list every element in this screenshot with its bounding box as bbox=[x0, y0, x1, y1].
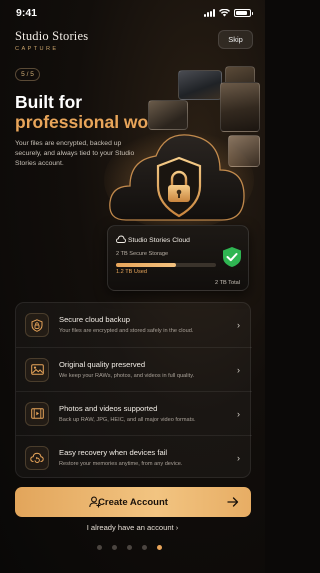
brand-subtitle: CAPTURE bbox=[15, 46, 59, 52]
feature-item-secure-backup[interactable]: Secure cloud backup Your files are encry… bbox=[16, 303, 252, 347]
status-time: 9:41 bbox=[16, 7, 38, 19]
signal-icon bbox=[204, 9, 215, 17]
feature-subtitle: Back up RAW, JPG, HEIC, and all major vi… bbox=[59, 416, 196, 423]
battery-icon bbox=[234, 9, 253, 17]
feature-item-easy-recovery[interactable]: Easy recovery when devices fail Restore … bbox=[16, 435, 252, 479]
chevron-right-icon: › bbox=[237, 364, 240, 375]
page-dot-active[interactable] bbox=[157, 545, 162, 550]
brand-logo: Studio Stories CAPTURE bbox=[15, 29, 88, 52]
feature-title: Photos and videos supported bbox=[59, 403, 158, 413]
feature-subtitle: Restore your memories anytime, from any … bbox=[59, 460, 183, 467]
sign-in-link[interactable]: I already have an account › bbox=[0, 523, 265, 532]
storage-progress-bar bbox=[116, 263, 216, 267]
cloud-icon bbox=[116, 235, 126, 243]
user-add-icon bbox=[89, 496, 101, 508]
chevron-right-icon: › bbox=[237, 408, 240, 419]
chevron-right-icon: › bbox=[237, 320, 240, 330]
lock-icon bbox=[25, 313, 49, 337]
storage-card: Studio Stories Cloud 2 TB Secure Storage… bbox=[107, 225, 249, 291]
page-dot[interactable] bbox=[127, 545, 132, 550]
status-icons bbox=[204, 9, 253, 17]
storage-total: 2 TB Total bbox=[215, 280, 240, 286]
page-dot[interactable] bbox=[112, 545, 117, 550]
features-list: Secure cloud backup Your files are encry… bbox=[15, 302, 252, 479]
arrow-right-icon bbox=[227, 497, 239, 507]
storage-used: 1.2 TB Used bbox=[116, 269, 147, 275]
onboarding-screen: 9:41 Studio Stories CAPTURE Skip 5 / 5 B… bbox=[0, 0, 265, 573]
create-account-label: Create Account bbox=[98, 496, 168, 508]
cloud-lock-illustration bbox=[104, 120, 254, 230]
feature-title: Easy recovery when devices fail bbox=[59, 447, 168, 457]
status-bar: 9:41 bbox=[16, 6, 253, 20]
page-dot[interactable] bbox=[142, 545, 147, 550]
feature-subtitle: Your files are encrypted and stored safe… bbox=[59, 328, 194, 334]
shield-check-icon bbox=[223, 247, 241, 267]
cloud-restore-icon bbox=[25, 445, 49, 470]
storage-capacity: 2 TB Secure Storage bbox=[116, 251, 169, 257]
feature-title: Original quality preserved bbox=[59, 359, 146, 369]
feature-item-original-quality[interactable]: Original quality preserved We keep your … bbox=[16, 347, 252, 391]
create-account-button[interactable]: Create Account bbox=[15, 487, 251, 517]
image-icon bbox=[25, 357, 49, 382]
brand-name: Studio Stories bbox=[15, 29, 89, 43]
storage-progress-fill bbox=[116, 263, 176, 267]
page-indicator bbox=[97, 545, 162, 550]
feature-item-photos-videos[interactable]: Photos and videos supported Back up RAW,… bbox=[16, 391, 252, 435]
page-dot[interactable] bbox=[97, 545, 102, 550]
skip-button[interactable]: Skip bbox=[218, 30, 253, 49]
step-indicator: 5 / 5 bbox=[15, 68, 40, 81]
wifi-icon bbox=[219, 9, 230, 17]
storage-title: Studio Stories Cloud bbox=[128, 237, 190, 244]
photo-thumbnail bbox=[178, 70, 222, 100]
feature-title: Secure cloud backup bbox=[59, 315, 130, 324]
chevron-right-icon: › bbox=[237, 452, 240, 463]
film-icon bbox=[25, 401, 49, 426]
feature-subtitle: We keep your RAWs, photos, and videos in… bbox=[59, 372, 195, 379]
hero-title-line1: Built for bbox=[15, 92, 83, 112]
